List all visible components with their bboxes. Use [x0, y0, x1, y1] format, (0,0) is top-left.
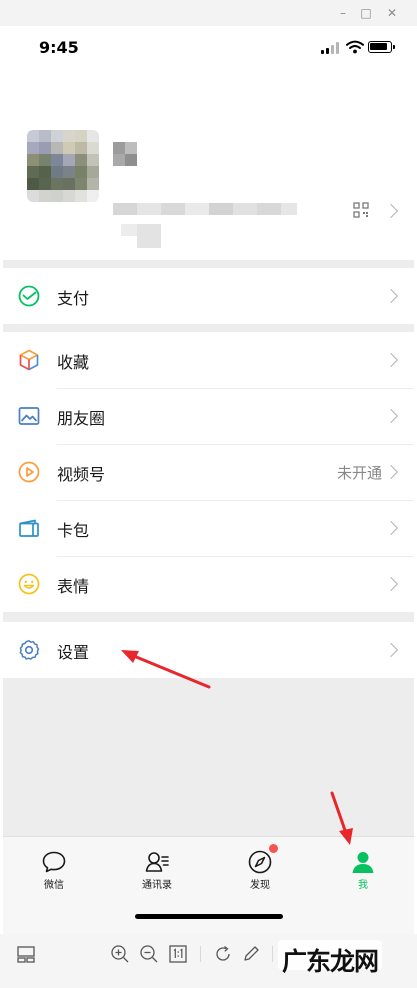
wifi-icon	[346, 40, 364, 54]
status-bar: 9:45	[3, 26, 414, 72]
gear-icon	[19, 640, 40, 660]
phone-screen: 9:45 支付 收藏 朋友圈 视频号 未开通 卡包 表情 设置 微信 通讯录 发…	[3, 26, 414, 934]
person-icon	[352, 852, 374, 873]
list-item-label: 表情	[57, 577, 90, 596]
compass-icon	[248, 850, 272, 874]
home-indicator[interactable]	[135, 914, 283, 919]
actual-size-icon[interactable]	[168, 944, 188, 964]
zoom-in-icon[interactable]	[110, 944, 130, 964]
chat-bubble-icon	[42, 851, 66, 873]
card-wallet-icon	[19, 519, 39, 537]
list-item-label: 视频号	[57, 465, 106, 484]
toolbar-divider	[200, 946, 201, 962]
chevron-right-icon	[383, 642, 399, 658]
chevron-right-icon	[383, 288, 399, 304]
chevron-right-icon	[383, 576, 399, 592]
edit-pencil-icon[interactable]	[241, 944, 261, 964]
chevron-right-icon	[383, 408, 399, 424]
channels-play-icon	[18, 461, 40, 483]
list-item-cards[interactable]: 卡包	[3, 500, 414, 556]
profile-chevron-icon	[383, 203, 399, 219]
tab-label: 我	[358, 880, 368, 891]
minimize-button[interactable]: –	[334, 4, 352, 22]
tab-label: 发现	[250, 880, 270, 891]
zoom-out-icon[interactable]	[139, 944, 159, 964]
moments-photo-icon	[18, 407, 40, 425]
viewer-toolbar: 广东龙网	[0, 934, 417, 988]
pay-label: 支付	[57, 289, 90, 308]
cellular-signal-icon	[321, 42, 343, 54]
pay-row[interactable]: 支付	[3, 268, 414, 324]
close-button[interactable]: ✕	[383, 4, 401, 22]
list-item-stickers[interactable]: 表情	[3, 556, 414, 612]
services-section: 收藏 朋友圈 视频号 未开通 卡包 表情	[3, 332, 414, 612]
chevron-right-icon	[383, 520, 399, 536]
list-item-label: 朋友圈	[57, 409, 106, 428]
favorites-cube-icon	[19, 349, 39, 371]
qr-code-icon[interactable]	[353, 202, 369, 218]
smiley-face-icon	[18, 573, 40, 595]
window-title-bar: – □ ✕	[0, 0, 417, 26]
discover-notification-badge	[269, 844, 278, 853]
settings-label: 设置	[57, 643, 90, 662]
tab-chats[interactable]: 微信	[3, 837, 105, 897]
rotate-icon[interactable]	[213, 944, 233, 964]
tab-label: 微信	[44, 880, 64, 891]
profile-header[interactable]	[3, 72, 414, 260]
tab-label: 通讯录	[142, 880, 172, 891]
list-item-channels[interactable]: 视频号 未开通	[3, 444, 414, 500]
tab-discover[interactable]: 发现	[209, 837, 311, 897]
list-item-favorites[interactable]: 收藏	[3, 332, 414, 388]
maximize-button[interactable]: □	[357, 4, 375, 22]
battery-icon	[368, 41, 395, 53]
wallet-check-icon	[18, 285, 40, 307]
tab-contacts[interactable]: 通讯录	[106, 837, 208, 897]
list-item-label: 卡包	[57, 521, 90, 540]
chevron-right-icon	[383, 464, 399, 480]
list-item-label: 收藏	[57, 353, 90, 372]
status-time: 9:45	[39, 38, 79, 57]
contacts-icon	[145, 852, 169, 872]
chevron-right-icon	[383, 352, 399, 368]
site-watermark: 广东龙网	[282, 947, 379, 976]
pay-section: 支付	[3, 268, 414, 324]
avatar[interactable]	[27, 130, 99, 202]
toolbar-divider	[272, 946, 273, 962]
annotation-arrow-me	[330, 791, 353, 845]
annotation-arrow-settings	[121, 650, 211, 689]
channels-status-value: 未开通	[336, 464, 382, 482]
list-item-moments[interactable]: 朋友圈	[3, 388, 414, 444]
thumbnail-view-icon[interactable]	[16, 944, 36, 964]
tab-bar: 微信 通讯录 发现 我	[3, 836, 414, 934]
